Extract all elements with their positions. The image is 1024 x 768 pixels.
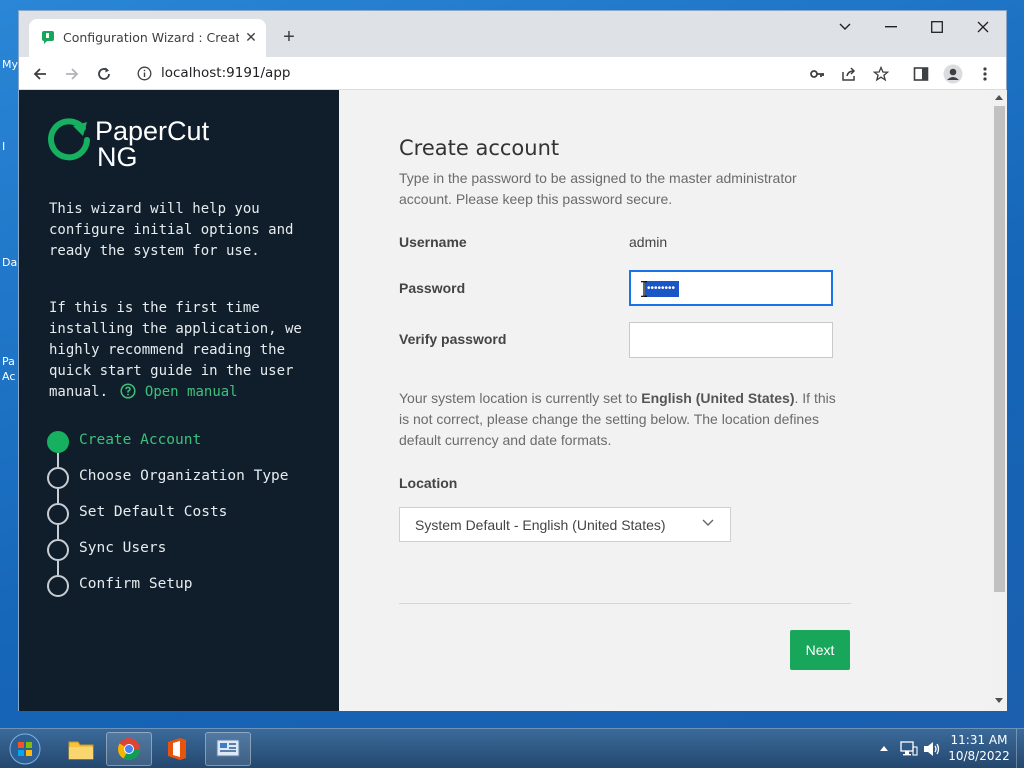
password-selected-value: •••••••• (645, 281, 679, 297)
browser-tab[interactable]: Configuration Wizard : Create ac ✕ (29, 19, 266, 57)
control-panel-icon (216, 739, 240, 757)
step-indicator (47, 575, 69, 597)
step-connector (57, 561, 59, 575)
step-label: Set Default Costs (79, 504, 228, 520)
taskbar-explorer[interactable] (58, 732, 104, 766)
password-input[interactable]: •••••••• (629, 270, 833, 306)
password-label: Password (399, 280, 466, 296)
papercut-logo-icon (48, 118, 90, 161)
page-scrollbar[interactable] (991, 90, 1007, 711)
guide-paragraph: If this is the first time installing the… (49, 298, 311, 403)
wizard-content: Create account Type in the password to b… (339, 90, 991, 711)
menu-kebab-icon[interactable] (972, 61, 998, 87)
form-divider (399, 603, 851, 604)
step-indicator (47, 539, 69, 561)
wizard-intro-text: This wizard will help you configure init… (49, 201, 294, 259)
next-button[interactable]: Next (790, 630, 850, 670)
step-label: Sync Users (79, 540, 167, 556)
text-cursor-icon (641, 281, 647, 297)
verify-password-input[interactable] (629, 322, 833, 358)
share-icon[interactable] (836, 61, 862, 87)
username-label: Username (399, 234, 467, 250)
page-title: Create account (399, 136, 560, 160)
show-hidden-icons-icon[interactable] (880, 745, 888, 751)
step-indicator-active (47, 431, 69, 453)
tab-strip: Configuration Wizard : Create ac ✕ + (19, 11, 1006, 57)
windows-start-icon (9, 733, 41, 765)
step-indicator (47, 467, 69, 489)
scrollbar-thumb[interactable] (994, 106, 1005, 592)
tab-title: Configuration Wizard : Create ac (63, 30, 239, 45)
desktop-icon-label[interactable]: Pa (2, 355, 15, 368)
office-icon (168, 738, 186, 760)
step-connector (57, 453, 59, 467)
maximize-icon[interactable] (914, 11, 960, 43)
side-panel-icon[interactable] (908, 61, 934, 87)
close-tab-icon[interactable]: ✕ (241, 27, 261, 47)
minimize-icon[interactable] (868, 11, 914, 43)
bookmark-star-icon[interactable] (868, 61, 894, 87)
desktop-icon-label[interactable]: Da (2, 256, 17, 269)
papercut-favicon-icon (42, 31, 54, 44)
desktop-icon-label[interactable]: Ac (2, 370, 15, 383)
clock-date: 10/8/2022 (948, 749, 1010, 763)
scroll-up-arrow-icon[interactable] (995, 95, 1003, 100)
taskbar-control-panel[interactable] (205, 732, 251, 766)
profile-avatar-icon[interactable] (940, 61, 966, 87)
verify-password-label: Verify password (399, 331, 507, 347)
logo-name: PaperCut (95, 116, 210, 146)
browser-toolbar: localhost:9191/app (19, 57, 1006, 90)
step-indicator (47, 503, 69, 525)
url-text: localhost:9191/app (161, 65, 291, 81)
address-bar[interactable]: localhost:9191/app (129, 59, 897, 88)
clock-time: 11:31 AM (950, 733, 1008, 747)
open-manual-link[interactable]: Open manual (116, 383, 238, 400)
scroll-down-arrow-icon[interactable] (995, 698, 1003, 703)
step-connector (57, 489, 59, 503)
papercut-logo-text: PaperCut NG (95, 116, 210, 172)
taskbar-chrome[interactable] (106, 732, 152, 766)
system-clock[interactable]: 11:31 AM 10/8/2022 (944, 732, 1014, 764)
desktop-icon-label[interactable]: My (2, 58, 18, 71)
back-arrow-icon[interactable] (27, 61, 53, 87)
location-label: Location (399, 475, 458, 491)
location-note-prefix: Your system location is currently set to (399, 390, 638, 406)
show-desktop-button[interactable] (1016, 729, 1024, 768)
location-selected-value: System Default - English (United States) (415, 517, 666, 533)
key-icon[interactable] (804, 61, 830, 87)
close-window-icon[interactable] (960, 11, 1006, 43)
reload-icon[interactable] (91, 61, 117, 87)
forward-arrow-icon[interactable] (59, 61, 85, 87)
logo-sub: NG (97, 142, 138, 172)
step-label: Confirm Setup (79, 576, 193, 592)
desktop-icon-label[interactable]: I (2, 140, 5, 153)
info-icon[interactable] (137, 66, 152, 81)
form-description: Type in the password to be assigned to t… (399, 170, 797, 207)
network-icon[interactable] (900, 741, 918, 757)
taskbar: 11:31 AM 10/8/2022 (0, 728, 1024, 768)
step-label: Create Account (79, 432, 202, 448)
location-select[interactable]: System Default - English (United States) (399, 507, 731, 542)
start-button[interactable] (4, 732, 46, 766)
location-current: English (United States) (641, 390, 795, 406)
step-connector (57, 525, 59, 539)
chrome-icon (118, 738, 140, 760)
chevron-down-icon (702, 519, 714, 526)
tab-search-icon[interactable] (822, 11, 868, 43)
open-manual-label: Open manual (144, 384, 238, 400)
volume-icon[interactable] (923, 741, 941, 757)
new-tab-icon[interactable]: + (277, 25, 301, 49)
step-label: Choose Organization Type (79, 468, 289, 484)
browser-window: Configuration Wizard : Create ac ✕ + (18, 10, 1007, 711)
taskbar-office[interactable] (154, 732, 200, 766)
help-circle-icon (120, 383, 137, 399)
wizard-sidebar: PaperCut NG This wizard will help you co… (19, 90, 339, 711)
username-value: admin (629, 234, 668, 250)
location-note: Your system location is currently set to… (399, 388, 839, 451)
folder-icon (68, 741, 94, 760)
